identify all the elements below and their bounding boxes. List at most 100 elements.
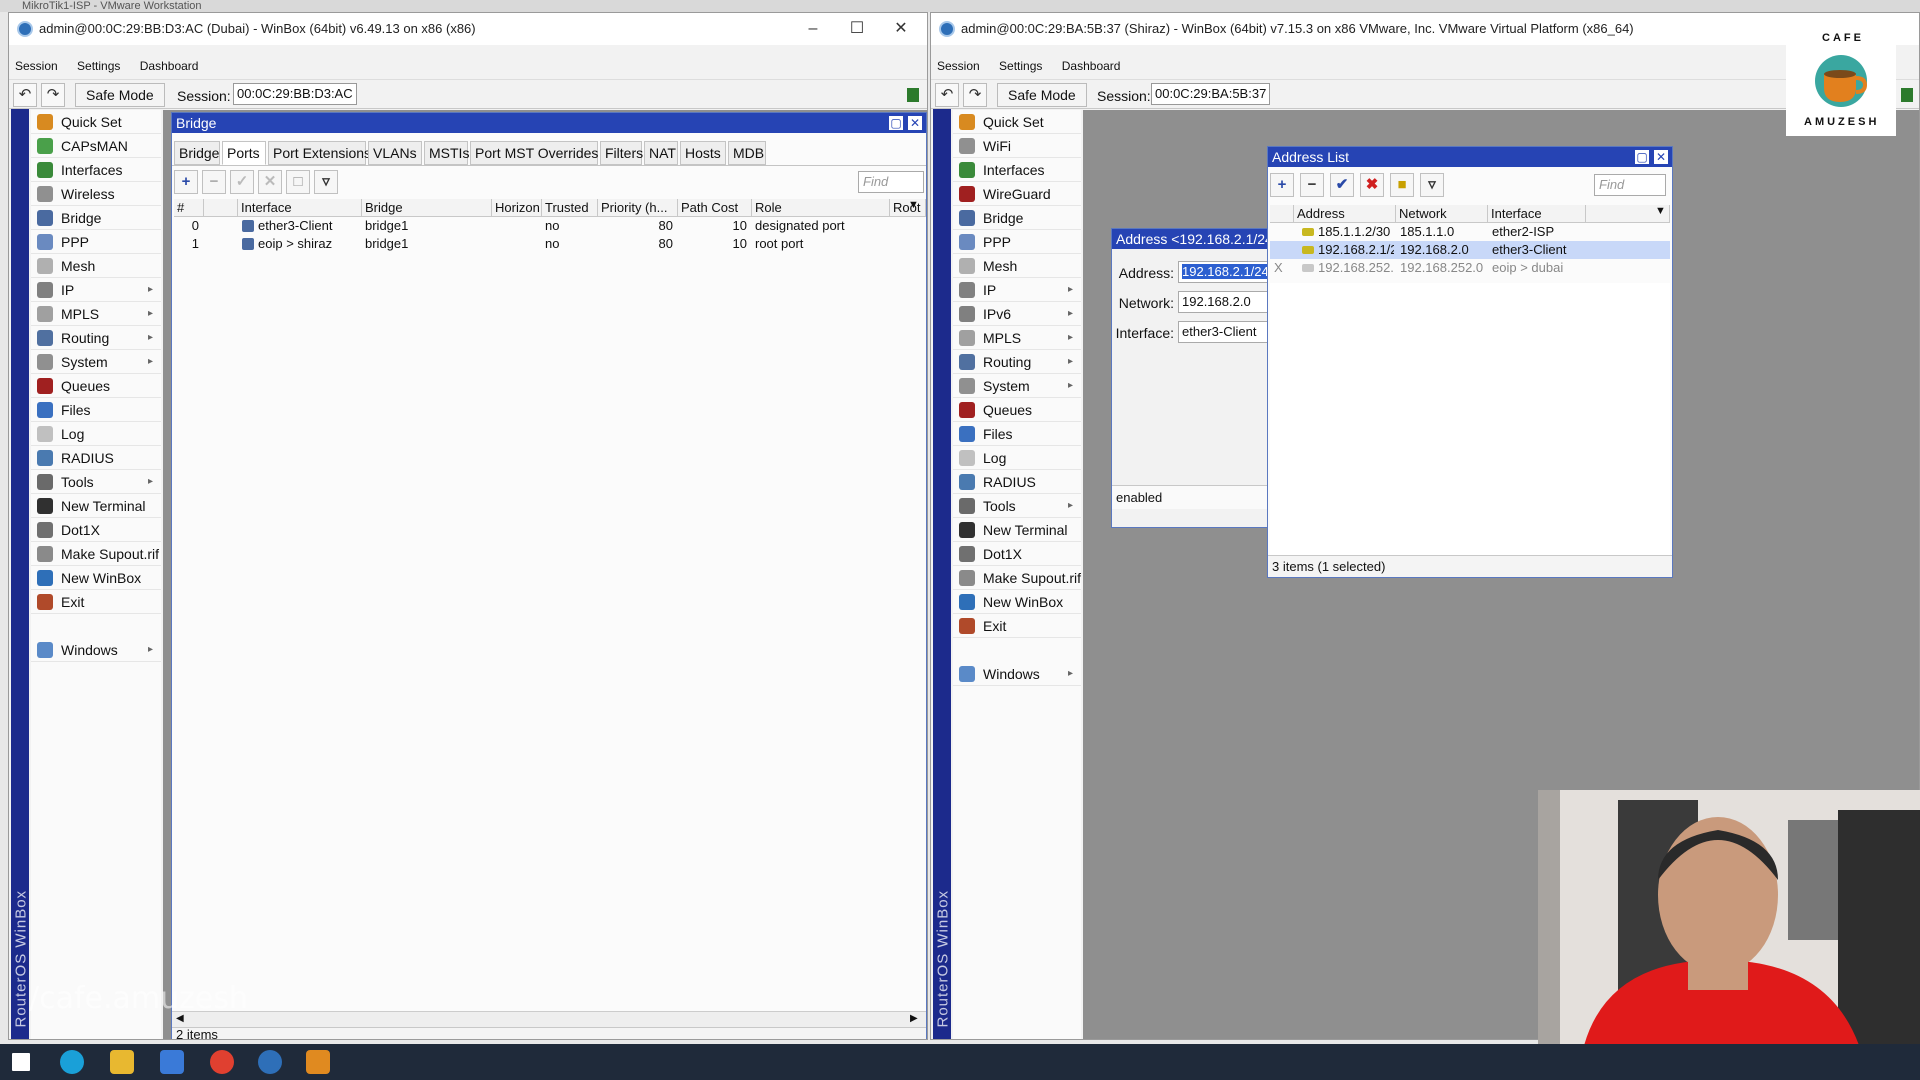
sidebar-item-dot1x[interactable]: Dot1X (953, 542, 1081, 566)
column-header-path-cost[interactable]: Path Cost (678, 199, 752, 217)
sidebar-item-interfaces[interactable]: Interfaces (953, 158, 1081, 182)
sidebar-item-bridge[interactable]: Bridge (953, 206, 1081, 230)
column-menu-icon[interactable]: ▼ (1655, 205, 1666, 217)
sidebar-item-routing[interactable]: Routing ▸ (953, 350, 1081, 374)
scroll-right-icon[interactable]: ▶ (910, 1013, 918, 1024)
sidebar-item-system[interactable]: System ▸ (953, 374, 1081, 398)
redo-icon[interactable]: ↷ (41, 83, 65, 107)
address-list-title[interactable]: Address List (1268, 147, 1672, 167)
maximize-icon[interactable]: ▢ (1634, 149, 1650, 165)
sidebar-item-bridge[interactable]: Bridge (31, 206, 161, 230)
sidebar-item-files[interactable]: Files (31, 398, 161, 422)
table-row[interactable]: 192.168.2.1/24 192.168.2.0 ether3-Client (1270, 241, 1670, 259)
sidebar-item-radius[interactable]: RADIUS (31, 446, 161, 470)
disable-icon[interactable]: ✕ (258, 170, 282, 194)
column-header-role[interactable]: Role (752, 199, 890, 217)
edge-icon[interactable] (60, 1050, 84, 1074)
tab-nat[interactable]: NAT (644, 141, 678, 165)
add-icon[interactable]: + (174, 170, 198, 194)
enable-icon[interactable]: ✔ (1330, 173, 1354, 197)
tab-port-extensions[interactable]: Port Extensions (268, 141, 371, 165)
filter-icon[interactable]: ▿ (314, 170, 338, 194)
sidebar-item-exit[interactable]: Exit (953, 614, 1081, 638)
undo-icon[interactable]: ↶ (13, 83, 37, 107)
sidebar-item-quick-set[interactable]: Quick Set (31, 110, 161, 134)
safe-mode-button[interactable]: Safe Mode (75, 83, 165, 107)
vmware-taskbar-icon[interactable] (306, 1050, 330, 1074)
sidebar-item-dot1x[interactable]: Dot1X (31, 518, 161, 542)
enable-icon[interactable]: ✓ (230, 170, 254, 194)
sidebar-item-log[interactable]: Log (31, 422, 161, 446)
column-header-trusted[interactable]: Trusted (542, 199, 598, 217)
sidebar-item-windows[interactable]: Windows ▸ (31, 638, 161, 662)
sidebar-item-wireless[interactable]: Wireless (31, 182, 161, 206)
maximize-button[interactable]: ☐ (835, 13, 879, 45)
interface-select[interactable]: ether3-Client (1178, 321, 1272, 343)
sidebar-item-wireguard[interactable]: WireGuard (953, 182, 1081, 206)
sidebar-item-new-terminal[interactable]: New Terminal (953, 518, 1081, 542)
sidebar-item-mesh[interactable]: Mesh (31, 254, 161, 278)
winbox-taskbar-icon[interactable] (258, 1050, 282, 1074)
sidebar-item-ppp[interactable]: PPP (953, 230, 1081, 254)
window-titlebar[interactable]: admin@00:0C:29:BB:D3:AC (Dubai) - WinBox… (9, 13, 927, 45)
tab-vlans[interactable]: VLANs (368, 141, 422, 165)
sidebar-item-new-winbox[interactable]: New WinBox (953, 590, 1081, 614)
safe-mode-button[interactable]: Safe Mode (997, 83, 1087, 107)
column-header-network[interactable]: Network (1396, 205, 1488, 223)
sidebar-item-system[interactable]: System ▸ (31, 350, 161, 374)
sidebar-item-routing[interactable]: Routing ▸ (31, 326, 161, 350)
table-row[interactable]: X 192.168.252.2/30 192.168.252.0 eoip > dub… (1270, 259, 1670, 277)
comment-icon[interactable]: □ (286, 170, 310, 194)
sidebar-item-ipv6[interactable]: IPv6 ▸ (953, 302, 1081, 326)
menu-dashboard[interactable]: Dashboard (140, 59, 199, 73)
tab-port-mst-overrides[interactable]: Port MST Overrides (470, 141, 598, 165)
maximize-icon[interactable]: ▢ (888, 115, 904, 131)
column-header-flag[interactable]: # (174, 199, 204, 217)
column-header-horizon[interactable]: Horizon (492, 199, 542, 217)
redo-icon[interactable]: ↷ (963, 83, 987, 107)
sidebar-item-windows[interactable]: Windows ▸ (953, 662, 1081, 686)
sidebar-item-files[interactable]: Files (953, 422, 1081, 446)
session-field[interactable]: 00:0C:29:BA:5B:37 (1151, 83, 1271, 105)
window-titlebar[interactable]: admin@00:0C:29:BA:5B:37 (Shiraz) - WinBo… (931, 13, 1919, 45)
file-explorer-icon[interactable] (110, 1050, 134, 1074)
chrome-icon[interactable] (210, 1050, 234, 1074)
tab-filters[interactable]: Filters (600, 141, 643, 165)
find-input[interactable]: Find (1594, 174, 1666, 196)
address-input[interactable]: 192.168.2.1/24 (1178, 261, 1272, 283)
comment-icon[interactable]: ■ (1390, 173, 1414, 197)
sidebar-item-new-winbox[interactable]: New WinBox (31, 566, 161, 590)
column-header-flag[interactable] (204, 199, 238, 217)
tab-hosts[interactable]: Hosts (680, 141, 726, 165)
sidebar-item-radius[interactable]: RADIUS (953, 470, 1081, 494)
sidebar-item-mpls[interactable]: MPLS ▸ (953, 326, 1081, 350)
sidebar-item-ppp[interactable]: PPP (31, 230, 161, 254)
sidebar-item-log[interactable]: Log (953, 446, 1081, 470)
table-row[interactable]: 185.1.1.2/30 185.1.1.0 ether2-ISP (1270, 223, 1670, 241)
network-input[interactable]: 192.168.2.0 (1178, 291, 1272, 313)
sidebar-item-capsman[interactable]: CAPsMAN (31, 134, 161, 158)
sidebar-item-mpls[interactable]: MPLS ▸ (31, 302, 161, 326)
bridge-window-title[interactable]: Bridge (172, 113, 926, 133)
column-header-priority-h[interactable]: Priority (h... (598, 199, 678, 217)
menu-settings[interactable]: Settings (999, 59, 1042, 73)
sidebar-item-make-supout-rif[interactable]: Make Supout.rif (31, 542, 161, 566)
add-icon[interactable]: + (1270, 173, 1294, 197)
close-icon[interactable]: ✕ (1653, 149, 1669, 165)
menu-session[interactable]: Session (937, 59, 980, 73)
sidebar-item-queues[interactable]: Queues (31, 374, 161, 398)
menu-settings[interactable]: Settings (77, 59, 120, 73)
remove-icon[interactable]: − (202, 170, 226, 194)
sidebar-item-new-terminal[interactable]: New Terminal (31, 494, 161, 518)
column-header-interface[interactable]: Interface (1488, 205, 1586, 223)
sidebar-item-ip[interactable]: IP ▸ (31, 278, 161, 302)
sidebar-item-interfaces[interactable]: Interfaces (31, 158, 161, 182)
tab-mstis[interactable]: MSTIs (424, 141, 469, 165)
column-header-flag[interactable] (1270, 205, 1294, 223)
sidebar-item-make-supout-rif[interactable]: Make Supout.rif (953, 566, 1081, 590)
disable-icon[interactable]: ✖ (1360, 173, 1384, 197)
tab-mdb[interactable]: MDB (728, 141, 766, 165)
sidebar-item-exit[interactable]: Exit (31, 590, 161, 614)
undo-icon[interactable]: ↶ (935, 83, 959, 107)
store-icon[interactable] (160, 1050, 184, 1074)
